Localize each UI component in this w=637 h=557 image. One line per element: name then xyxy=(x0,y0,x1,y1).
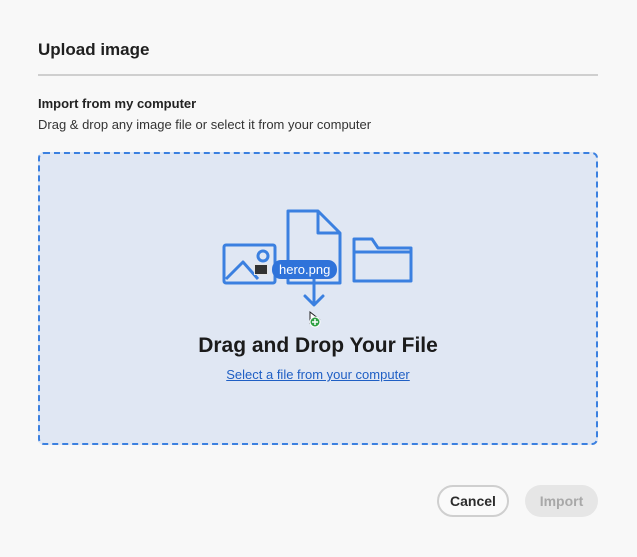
drop-zone-title: Drag and Drop Your File xyxy=(198,334,438,357)
cursor-copy-icon xyxy=(309,310,321,328)
dialog-title: Upload image xyxy=(38,40,150,59)
dragged-file-name: hero.png xyxy=(272,259,338,279)
section-description: Drag & drop any image file or select it … xyxy=(38,117,372,132)
section-heading: Import from my computer xyxy=(38,96,197,111)
download-arrow-icon xyxy=(303,274,325,307)
dragged-file-chip: hero.png xyxy=(254,259,338,279)
select-file-link[interactable]: Select a file from your computer xyxy=(226,367,410,382)
cancel-button[interactable]: Cancel xyxy=(437,485,509,517)
title-divider xyxy=(38,74,598,76)
select-file-link-row: Select a file from your computer xyxy=(38,367,598,382)
folder-icon xyxy=(352,237,413,283)
file-thumbnail-icon xyxy=(254,263,268,275)
import-button[interactable]: Import xyxy=(525,485,598,517)
